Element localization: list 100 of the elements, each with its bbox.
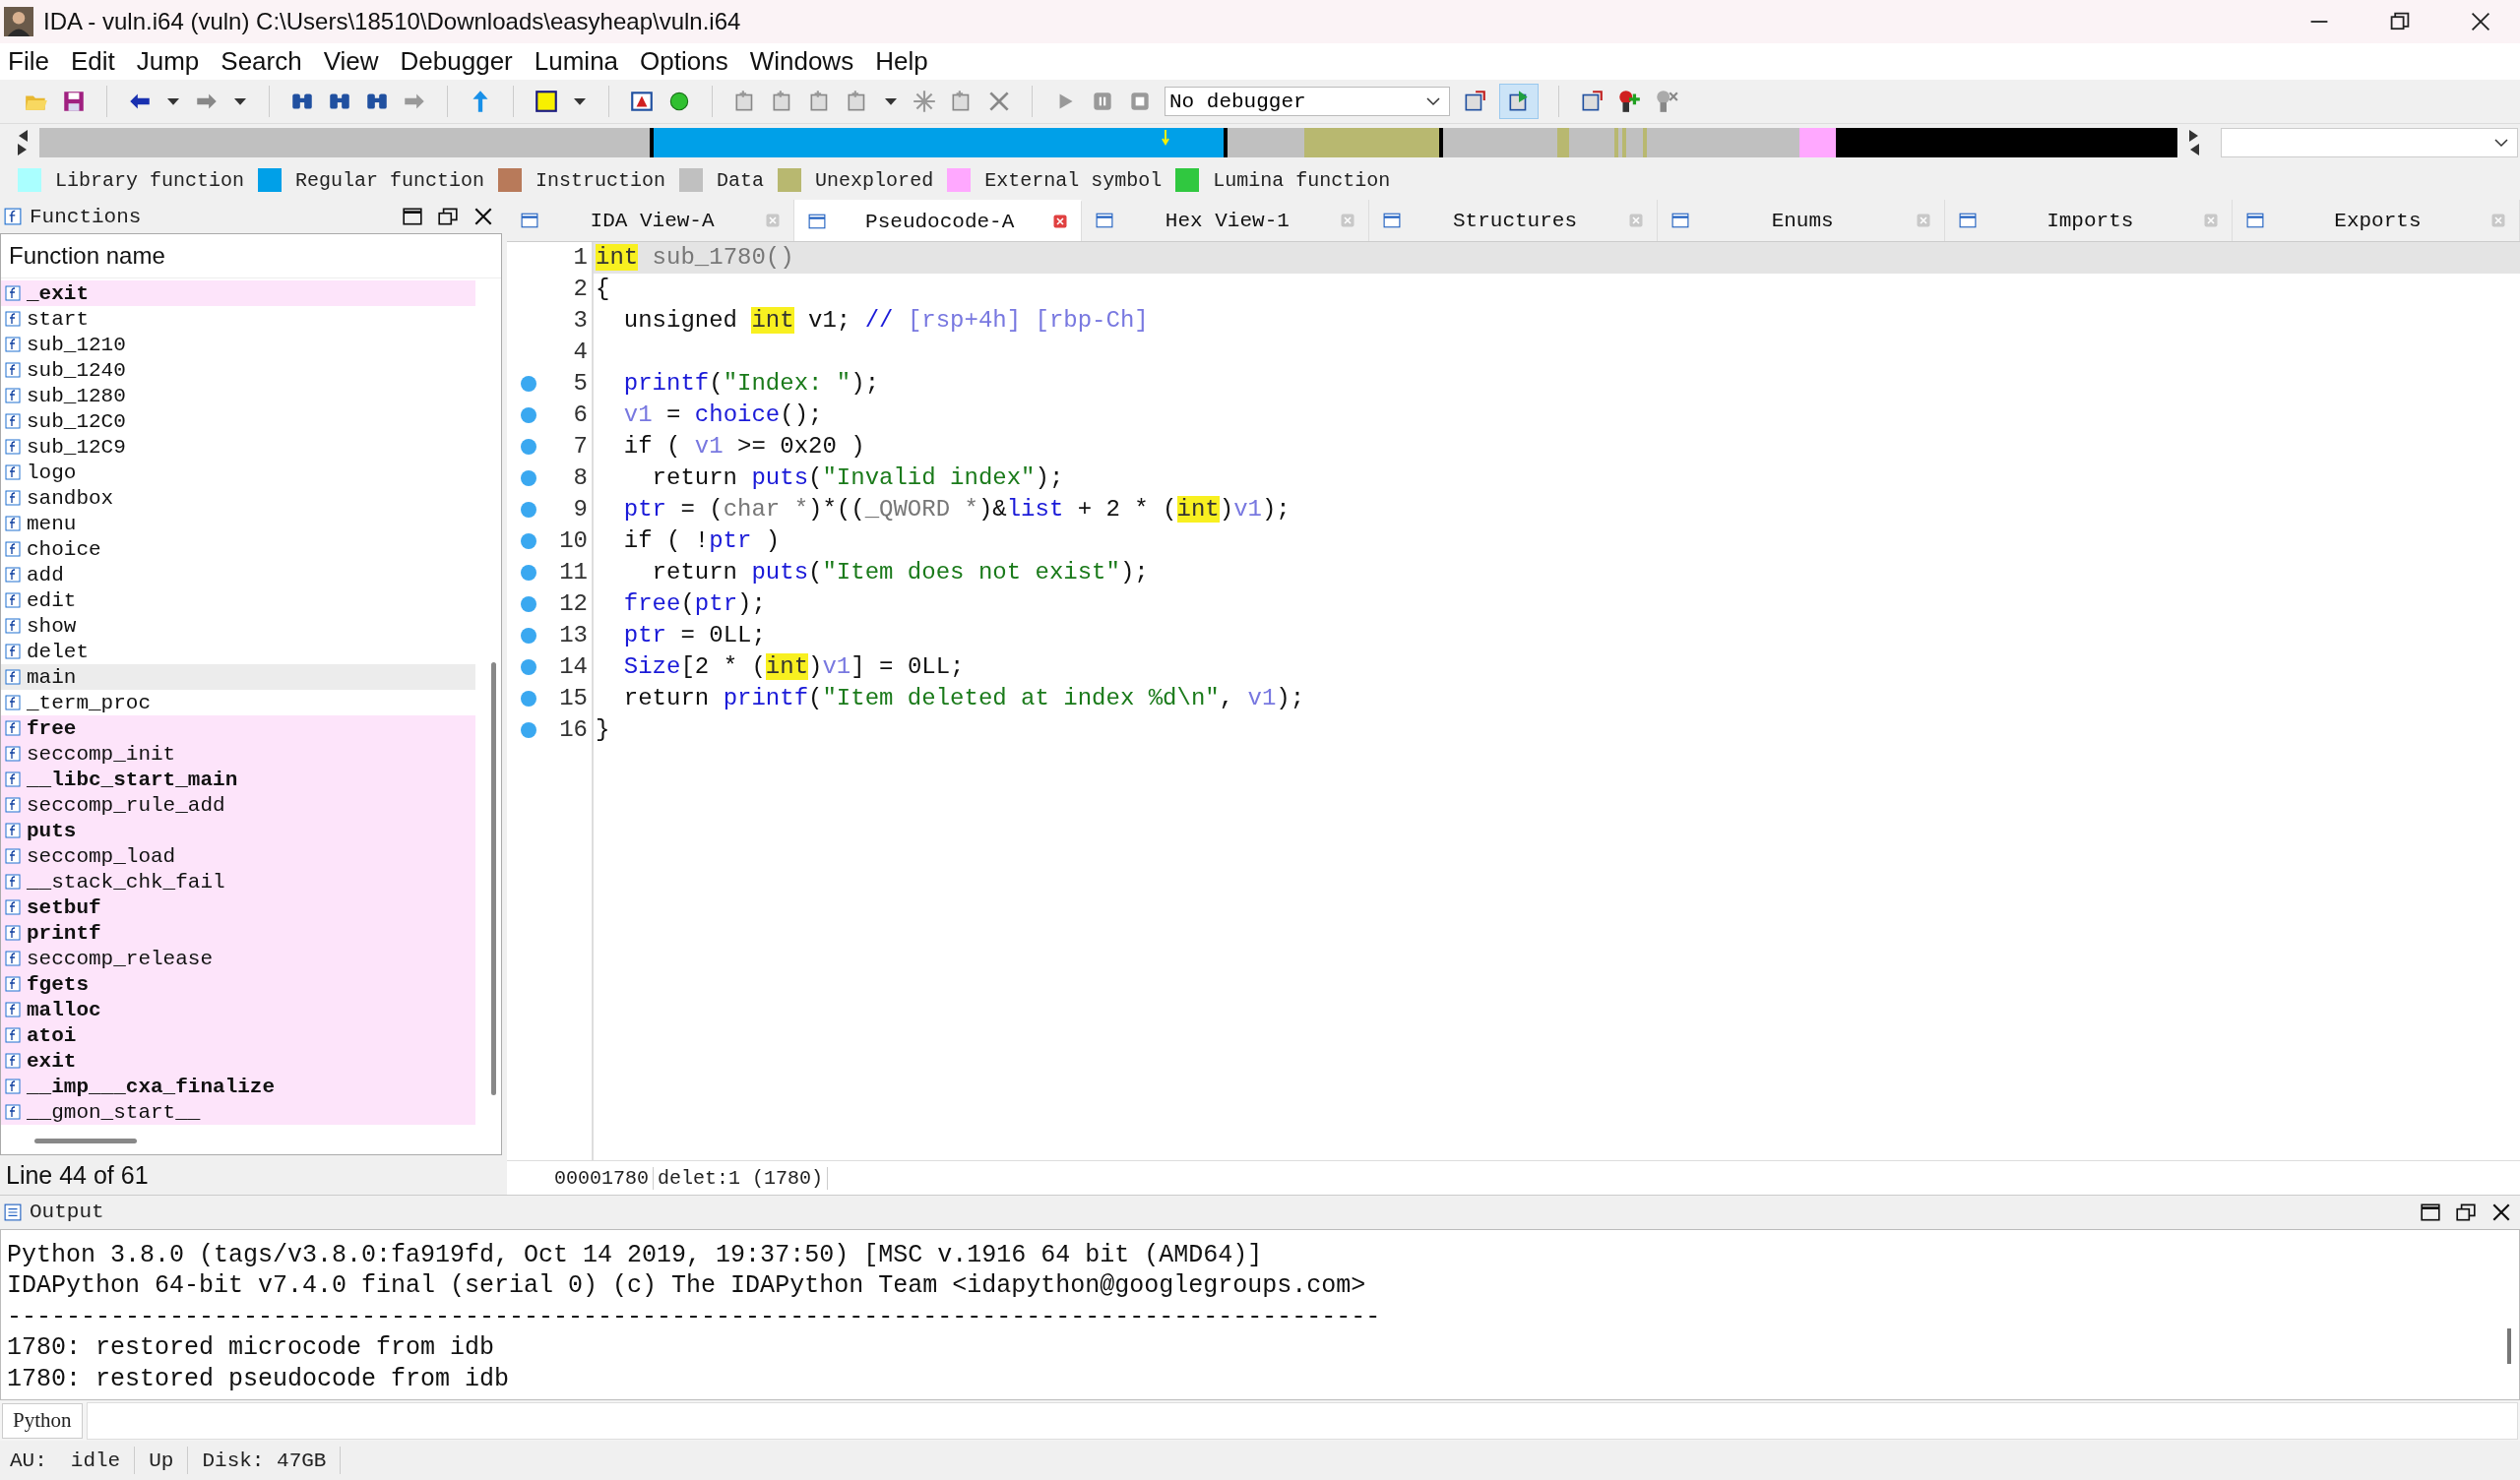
function-name: menu [27,512,77,535]
function-item[interactable]: free [1,715,475,742]
breakpoint-dot[interactable] [521,533,536,550]
output-line: 1780: restored microcode from idb [7,1332,496,1364]
function-item[interactable]: main [1,664,475,691]
function-item[interactable]: __libc_start_main [1,767,475,793]
line-number: 3 [550,305,594,338]
window-icon [1383,212,1402,230]
float-icon[interactable] [2455,1201,2477,1223]
function-item[interactable]: seccomp_init [1,741,475,768]
function-item[interactable]: _exit [1,280,475,307]
breakpoint-dot[interactable] [521,722,536,739]
language-button[interactable]: Python [2,1402,83,1439]
scrollbar-thumb[interactable] [491,662,496,1096]
tab[interactable]: Exports [2232,200,2520,242]
function-item[interactable]: atoi [1,1022,475,1049]
command-entry[interactable]: Debugger [400,45,513,77]
breakpoint-dot[interactable] [521,691,536,708]
maximize-icon[interactable] [402,206,423,228]
tab[interactable]: Hex View-1 [1082,200,1370,242]
status-text: idle [69,1449,122,1472]
line-number: 10 [550,525,594,558]
function-item[interactable]: puts [1,818,475,844]
breakpoint-dot[interactable] [521,470,536,487]
command-input[interactable] [86,1401,2518,1440]
breakpoint-dot[interactable] [521,502,536,519]
command-entry[interactable]: Options [640,45,728,77]
navigation-band-drawing[interactable] [39,127,2177,157]
maximize-icon[interactable] [2420,1201,2441,1223]
command-entry[interactable]: Lumina [534,45,619,77]
breakpoint-dot[interactable] [521,439,536,456]
function-icon [5,490,21,507]
breakpoint-dot[interactable] [521,628,536,645]
function-name: __imp___cxa_finalize [27,1075,276,1098]
function-icon [5,797,21,814]
segment-dropdown[interactable] [2221,127,2518,157]
command-entry[interactable]: Jump [136,45,200,77]
breakpoint-dot[interactable] [521,407,536,424]
tab[interactable]: Imports [1944,200,2233,242]
function-name: choice [27,537,101,561]
function-icon [5,874,21,891]
star-icon[interactable] [912,89,937,115]
output-line: IDAPython 64-bit v7.4.0 final (serial 0) (c) The IDAPython Team <idapython@googlegroups.com> [7,1270,1367,1302]
line-number: 13 [550,620,594,652]
debugger-dropdown[interactable]: No debugger [1165,87,1450,117]
breakpoint-dot[interactable] [521,376,536,393]
function-name: __gmon_start__ [27,1100,201,1124]
function-item[interactable]: seccomp_release [1,946,475,972]
function-item[interactable]: fgets [1,971,475,998]
remove-breakpoint-icon[interactable] [1654,89,1679,115]
function-icon [5,720,21,737]
legend-label: External symbol [984,168,1163,192]
scroll-arrows-icon[interactable] [16,127,30,157]
command-entry[interactable]: Help [875,45,928,77]
function-item[interactable]: seccomp_rule_add [1,792,475,819]
function-icon [5,516,21,532]
tab[interactable]: Enums [1657,200,1945,242]
function-icon [5,388,21,404]
scroll-arrows-icon[interactable] [2187,127,2201,157]
breakpoint-dot[interactable] [521,565,536,582]
function-item[interactable]: setbuf [1,894,475,921]
breakpoint-dot[interactable] [521,596,536,613]
function-item[interactable]: __stack_chk_fail [1,869,475,895]
function-name: sub_12C9 [27,435,126,459]
function-name: __libc_start_main [27,768,238,791]
function-name: malloc [27,998,101,1021]
scrollbar-thumb[interactable] [2507,1327,2511,1364]
code-line: unsigned int v1; // [rsp+4h] [rbp-Ch] [622,307,1149,335]
command-entry[interactable]: View [323,45,379,77]
line-counter: Line 44 of 61 [5,1159,150,1191]
function-item[interactable]: __imp___cxa_finalize [1,1074,475,1100]
function-name: sub_1210 [27,333,126,356]
tab[interactable]: IDA View-A [507,200,795,242]
function-name: exit [27,1049,77,1073]
chevron-down-icon [1425,96,1441,107]
command-entry[interactable]: Edit [70,45,115,77]
command-entry[interactable]: Search [220,45,302,77]
window-icon [2245,212,2264,230]
command-entry[interactable]: Windows [749,45,854,77]
decompile-icon[interactable] [1499,84,1539,120]
add-breakpoint-icon[interactable] [1616,89,1642,115]
function-name: sub_12C0 [27,409,126,433]
command-entry[interactable]: File [8,45,49,77]
function-icon [5,1104,21,1121]
line-number: 9 [550,494,594,526]
function-item[interactable]: exit [1,1048,475,1075]
scrollbar-thumb[interactable] [34,1139,137,1144]
column-header[interactable]: Function name [1,234,501,279]
function-item[interactable]: printf [1,920,475,947]
float-icon[interactable] [437,206,459,228]
portrait-picture-icon [4,5,33,37]
panel-title: Functions [30,205,142,228]
function-name: setbuf [27,895,101,919]
breakpoint-dot[interactable] [521,659,536,676]
function-item[interactable]: __gmon_start__ [1,1099,475,1126]
tab[interactable]: Pseudocode-A [794,200,1083,242]
tab[interactable]: Structures [1369,200,1658,242]
line-number: 6 [550,400,594,432]
function-item[interactable]: seccomp_load [1,843,475,870]
function-item[interactable]: malloc [1,997,475,1023]
